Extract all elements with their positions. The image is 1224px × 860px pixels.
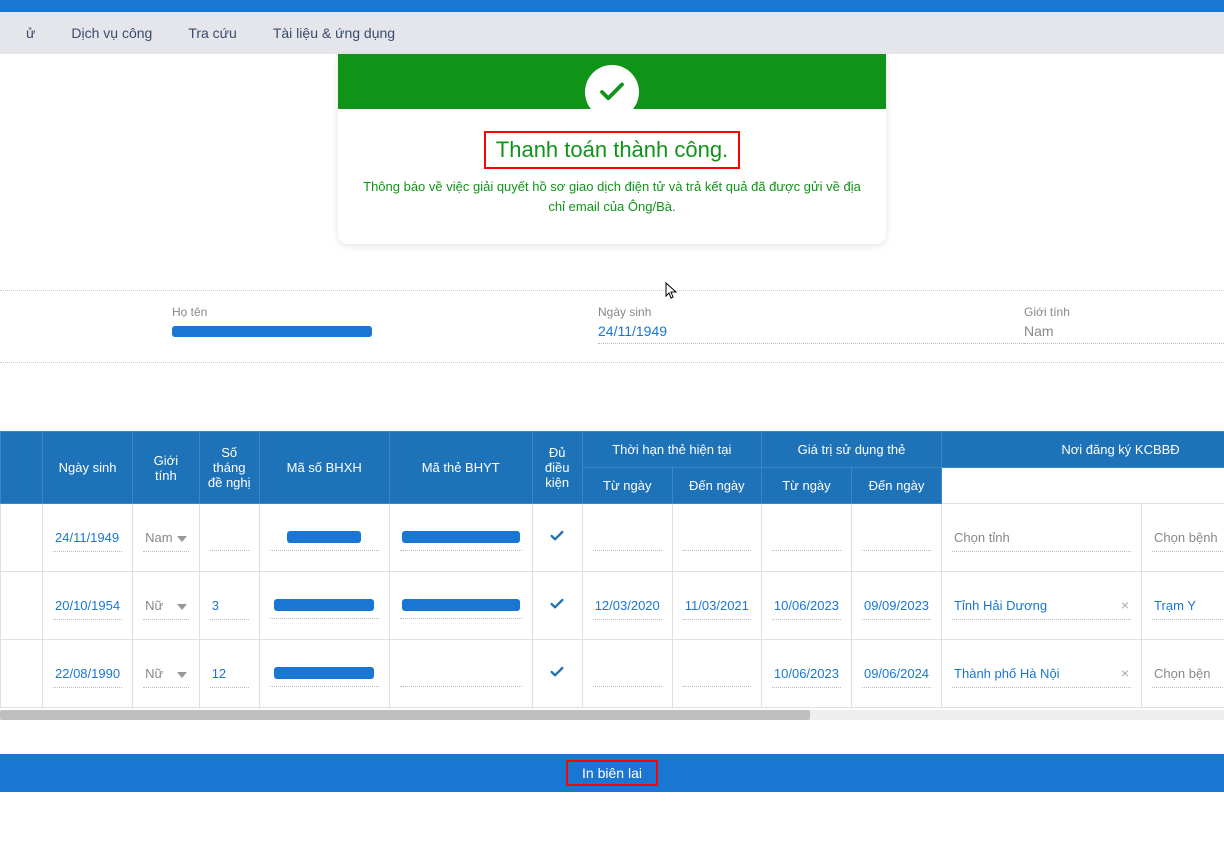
th-sothang: Số tháng đề nghị xyxy=(199,432,259,504)
cell-blank xyxy=(1,572,43,640)
cell-benhvien-select[interactable]: Chọn bệnh xyxy=(1142,504,1224,572)
cell-mathe[interactable] xyxy=(389,572,532,640)
redacted-value xyxy=(287,531,361,543)
success-card: Thanh toán thành công. Thông báo về việc… xyxy=(338,54,886,244)
cell-giatri-den[interactable] xyxy=(851,504,941,572)
cell-sothang[interactable]: 12 xyxy=(199,640,259,708)
cell-sothang[interactable]: 3 xyxy=(199,572,259,640)
cell-thoihan-tu[interactable] xyxy=(582,640,672,708)
field-fullname: Họ tên xyxy=(172,305,598,344)
th-gt-den: Đến ngày xyxy=(851,468,941,504)
chevron-down-icon xyxy=(177,598,187,613)
clear-icon[interactable]: × xyxy=(1121,597,1129,613)
cell-giatri-den[interactable]: 09/06/2024 xyxy=(851,640,941,708)
chevron-down-icon xyxy=(177,530,187,545)
redacted-value xyxy=(402,531,520,543)
cell-thoihan-tu[interactable] xyxy=(582,504,672,572)
nav-item-lookup[interactable]: Tra cứu xyxy=(170,25,255,41)
th-th-tu: Từ ngày xyxy=(582,468,672,504)
cell-mabhxh[interactable] xyxy=(259,572,389,640)
top-banner xyxy=(0,0,1224,12)
cell-mathe[interactable] xyxy=(389,504,532,572)
cell-ngaysinh[interactable]: 24/11/1949 xyxy=(43,504,133,572)
nav-item-docs[interactable]: Tài liệu & ứng dụng xyxy=(255,25,413,41)
redacted-value xyxy=(274,667,374,679)
th-mabhxh: Mã số BHXH xyxy=(259,432,389,504)
person-info-section: Họ tên Ngày sinh 24/11/1949 Giới tính Na… xyxy=(0,290,1224,363)
th-blank xyxy=(1,432,43,504)
table-row: 22/08/1990Nữ12 10/06/202309/06/2024Thành … xyxy=(1,640,1224,708)
gender-value: Nam xyxy=(1024,323,1224,344)
th-dudk: Đủ điều kiện xyxy=(532,432,582,504)
check-icon xyxy=(549,600,565,615)
gender-label: Giới tính xyxy=(1024,305,1224,319)
check-icon xyxy=(549,532,565,547)
cell-mabhxh[interactable] xyxy=(259,504,389,572)
fullname-value-redacted xyxy=(172,326,372,337)
cell-tinh-select[interactable]: Thành phố Hà Nội× xyxy=(942,640,1142,708)
nav-bar: ử Dịch vụ công Tra cứu Tài liệu & ứng dụ… xyxy=(0,12,1224,54)
data-table-wrap: Ngày sinh Giới tính Số tháng đề nghị Mã … xyxy=(0,431,1224,720)
th-th-den: Đến ngày xyxy=(672,468,761,504)
cell-ngaysinh[interactable]: 20/10/1954 xyxy=(43,572,133,640)
cell-benhvien-select[interactable]: Trạm Y xyxy=(1142,572,1224,640)
cell-tinh-select[interactable]: Tỉnh Hải Dương× xyxy=(942,572,1142,640)
cell-dudk xyxy=(532,504,582,572)
print-button-highlight: In biên lai xyxy=(566,760,658,786)
cell-thoihan-den[interactable]: 11/03/2021 xyxy=(672,572,761,640)
cell-gioitinh-select[interactable]: Nữ xyxy=(133,572,200,640)
th-noidk: Nơi đăng ký KCBBĐ xyxy=(942,432,1224,468)
chevron-down-icon xyxy=(177,666,187,681)
redacted-value xyxy=(402,599,520,611)
field-gender: Giới tính Nam xyxy=(1024,305,1224,344)
success-title-highlight: Thanh toán thành công. xyxy=(484,131,740,169)
cell-gioitinh-select[interactable]: Nam xyxy=(133,504,200,572)
horizontal-scrollbar[interactable] xyxy=(0,710,1224,720)
success-header xyxy=(338,54,886,109)
nav-item-services[interactable]: Dịch vụ công xyxy=(53,25,170,41)
cell-giatri-den[interactable]: 09/09/2023 xyxy=(851,572,941,640)
cell-giatri-tu[interactable]: 10/06/2023 xyxy=(761,572,851,640)
th-gioitinh: Giới tính xyxy=(133,432,200,504)
th-thoihan: Thời hạn thẻ hiện tại xyxy=(582,432,761,468)
cell-dudk xyxy=(532,572,582,640)
scrollbar-thumb[interactable] xyxy=(0,710,810,720)
table-row: 24/11/1949Nam Chọn tỉnhChọn bệnh xyxy=(1,504,1224,572)
cell-blank xyxy=(1,640,43,708)
cell-giatri-tu[interactable]: 10/06/2023 xyxy=(761,640,851,708)
check-icon xyxy=(549,668,565,683)
dob-value: 24/11/1949 xyxy=(598,323,1024,344)
cell-giatri-tu[interactable] xyxy=(761,504,851,572)
print-receipt-button[interactable]: In biên lai xyxy=(582,765,642,781)
cell-blank xyxy=(1,504,43,572)
th-ngaysinh: Ngày sinh xyxy=(43,432,133,504)
clear-icon[interactable]: × xyxy=(1121,665,1129,681)
cell-gioitinh-select[interactable]: Nữ xyxy=(133,640,200,708)
success-title: Thanh toán thành công. xyxy=(496,137,728,163)
cell-tinh-select[interactable]: Chọn tỉnh xyxy=(942,504,1142,572)
table-row: 20/10/1954Nữ3 12/03/202011/03/202110/06/2… xyxy=(1,572,1224,640)
cell-sothang[interactable] xyxy=(199,504,259,572)
th-giatri: Giá trị sử dụng thẻ xyxy=(761,432,941,468)
field-dob: Ngày sinh 24/11/1949 xyxy=(598,305,1024,344)
cell-thoihan-den[interactable] xyxy=(672,640,761,708)
cell-thoihan-den[interactable] xyxy=(672,504,761,572)
cell-thoihan-tu[interactable]: 12/03/2020 xyxy=(582,572,672,640)
cell-mabhxh[interactable] xyxy=(259,640,389,708)
cell-dudk xyxy=(532,640,582,708)
data-table: Ngày sinh Giới tính Số tháng đề nghị Mã … xyxy=(0,431,1224,708)
cell-ngaysinh[interactable]: 22/08/1990 xyxy=(43,640,133,708)
cell-benhvien-select[interactable]: Chọn bện xyxy=(1142,640,1224,708)
dob-label: Ngày sinh xyxy=(598,305,1024,319)
th-gt-tu: Từ ngày xyxy=(761,468,851,504)
success-message: Thông báo về việc giải quyết hồ sơ giao … xyxy=(360,177,864,216)
nav-item-partial[interactable]: ử xyxy=(8,25,53,41)
redacted-value xyxy=(274,599,374,611)
fullname-label: Họ tên xyxy=(172,305,598,319)
footer-bar: In biên lai xyxy=(0,754,1224,792)
success-check-icon xyxy=(585,65,639,119)
cell-mathe[interactable] xyxy=(389,640,532,708)
th-mathe: Mã thẻ BHYT xyxy=(389,432,532,504)
